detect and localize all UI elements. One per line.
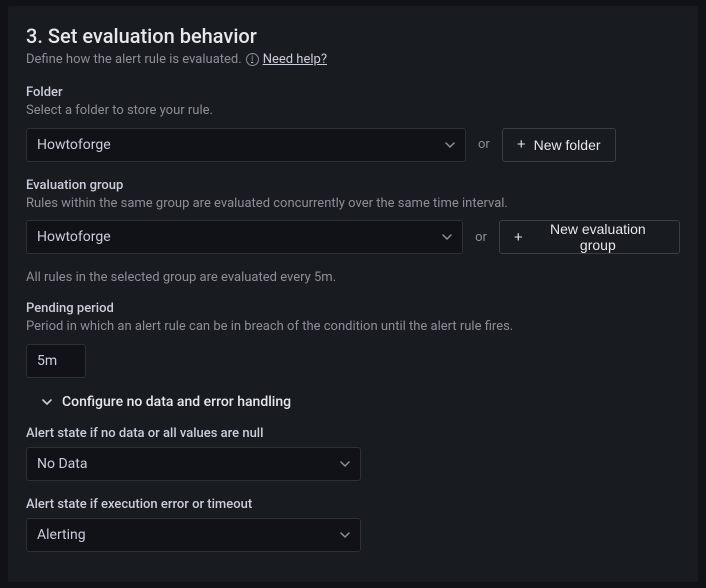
folder-field: Folder Select a folder to store your rul… [26,85,680,162]
folder-or-text: or [478,137,490,152]
need-help-text: Need help? [263,52,327,67]
evaluation-group-selected-value: Howtoforge [37,229,442,245]
evaluation-group-desc: Rules within the same group are evaluate… [26,195,546,213]
alert-error-selected-value: Alerting [37,527,340,543]
folder-desc: Select a folder to store your rule. [26,102,546,120]
new-folder-button[interactable]: + New folder [502,128,616,162]
folder-select[interactable]: Howtoforge [26,128,466,162]
alert-no-data-field: Alert state if no data or all values are… [26,426,680,481]
chevron-down-icon [445,140,455,150]
section-subtitle: Define how the alert rule is evaluated. [26,52,242,67]
new-evaluation-group-button[interactable]: + New evaluation group [499,220,680,254]
alert-no-data-label: Alert state if no data or all values are… [26,426,680,441]
pending-period-label: Pending period [26,301,680,316]
pending-period-field: Pending period Period in which an alert … [26,301,680,378]
section-title: 3. Set evaluation behavior [26,24,680,48]
evaluation-behavior-panel: 3. Set evaluation behavior Define how th… [8,6,698,582]
alert-no-data-selected-value: No Data [37,456,340,472]
evaluation-group-or-text: or [475,230,487,245]
info-icon: i [246,53,259,66]
configure-nodata-error-title: Configure no data and error handling [62,394,291,410]
folder-label: Folder [26,85,680,100]
chevron-down-icon [340,459,350,469]
alert-no-data-select[interactable]: No Data [26,447,361,481]
new-evaluation-group-button-label: New evaluation group [531,221,665,253]
alert-error-label: Alert state if execution error or timeou… [26,497,680,512]
pending-period-desc: Period in which an alert rule can be in … [26,318,546,336]
evaluation-group-field: Evaluation group Rules within the same g… [26,178,680,255]
pending-period-value: 5m [37,353,57,369]
folder-selected-value: Howtoforge [37,137,445,153]
evaluation-group-label: Evaluation group [26,178,680,193]
need-help-link[interactable]: i Need help? [246,52,327,67]
configure-nodata-error-toggle[interactable]: Configure no data and error handling [42,394,680,410]
alert-error-field: Alert state if execution error or timeou… [26,497,680,552]
new-folder-button-label: New folder [534,137,601,153]
chevron-down-icon [442,232,452,242]
plus-icon: + [517,137,526,152]
section-subtitle-row: Define how the alert rule is evaluated. … [26,52,680,67]
group-evaluation-note: All rules in the selected group are eval… [26,270,680,285]
evaluation-group-select[interactable]: Howtoforge [26,220,463,254]
chevron-down-icon [340,530,350,540]
pending-period-input[interactable]: 5m [26,344,86,378]
plus-icon: + [514,230,523,245]
chevron-down-icon [42,397,52,407]
alert-error-select[interactable]: Alerting [26,518,361,552]
